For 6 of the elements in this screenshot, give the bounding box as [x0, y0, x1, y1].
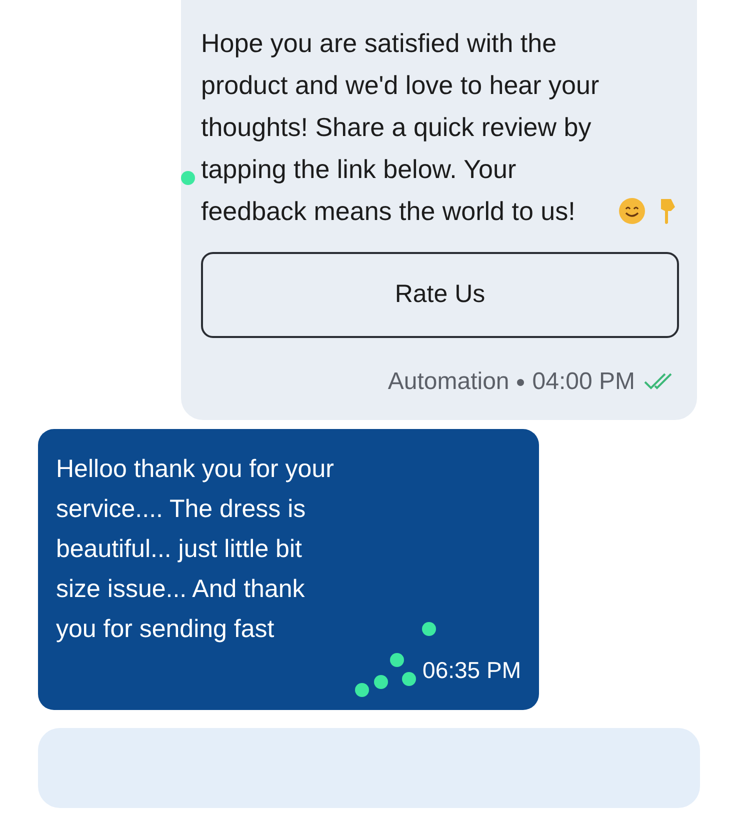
- message-time: 04:00 PM: [532, 367, 635, 397]
- message-text: Helloo thank you for your service.... The dress is beautiful... just little bit size issue... And thank you for sending fast: [56, 454, 335, 645]
- sender-name: Automation: [388, 367, 510, 397]
- message-text: Hope you are satisfied with the product and we'd love to hear your thoughts! Share a quick review by tapping the link below. Your feedback means the world to us!: [201, 27, 600, 228]
- rate-us-button[interactable]: Rate Us: [201, 252, 679, 338]
- message-time: 06:35 PM: [422, 656, 521, 685]
